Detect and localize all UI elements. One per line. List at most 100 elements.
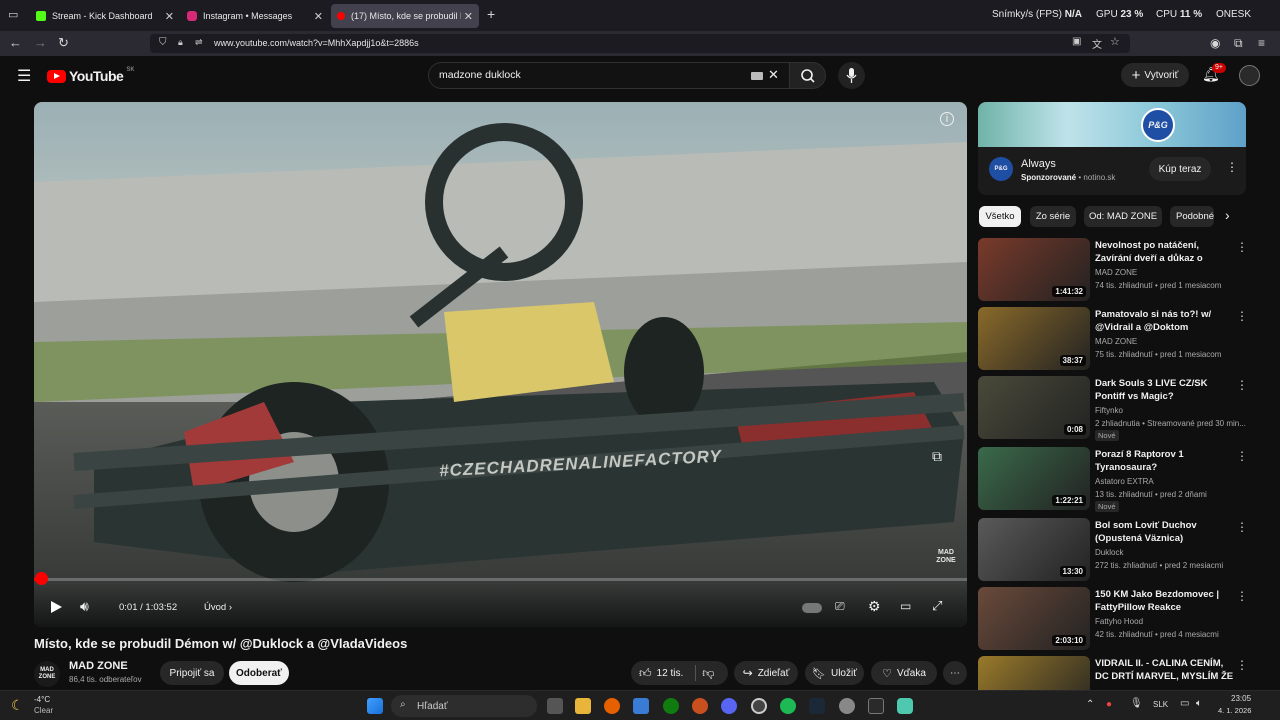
tab-kick[interactable]: Stream - Kick Dashboard ✕ — [30, 4, 180, 28]
keyboard-icon[interactable] — [751, 72, 763, 80]
permissions-icon[interactable]: ⇌ — [195, 37, 203, 48]
save-button[interactable]: 🔖︎ Uložiť — [805, 661, 864, 685]
forward-arrow-icon[interactable]: → — [34, 36, 47, 50]
share-button[interactable]: ↪ Zdieľať — [734, 661, 798, 685]
steam-icon[interactable] — [809, 698, 825, 714]
shield-icon[interactable]: ⛉ — [159, 37, 167, 48]
more-vertical-icon[interactable]: ⋮ — [1236, 378, 1248, 392]
url-text[interactable]: www.youtube.com/watch?v=MhhXapdjj1o&t=28… — [214, 38, 419, 48]
video-player[interactable]: #CZECHADRENALINEFACTORY MAD ZONE i ⧉ 🔊︎ … — [34, 102, 967, 627]
thanks-button[interactable]: ♡ Vďaka — [871, 661, 937, 685]
reload-icon[interactable]: ↻ — [58, 36, 69, 50]
recommendation-item[interactable]: 38:37 Pamatovalo si nás to?! w/ @Vidrail … — [978, 307, 1248, 371]
xbox-icon[interactable] — [663, 698, 679, 714]
chevron-up-icon[interactable]: ⌃ — [1086, 699, 1094, 710]
play-button[interactable] — [49, 600, 63, 619]
url-bar[interactable]: ⛉ 🔒︎ ⇌ www.youtube.com/watch?v=MhhXapdjj… — [150, 34, 1130, 53]
tab-close-icon[interactable]: ✕ — [165, 10, 174, 23]
spotify-icon[interactable] — [780, 698, 796, 714]
network-icon[interactable]: ▭ — [1180, 698, 1189, 709]
create-button[interactable]: + Vytvoriť — [1121, 63, 1189, 87]
chip-all[interactable]: Všetko — [979, 206, 1021, 227]
sponsored-ad-card[interactable]: P&G P&G Always Sponzorované • notino.sk … — [978, 102, 1246, 195]
firefox-icon[interactable] — [604, 698, 620, 714]
new-tab-button[interactable]: + — [487, 7, 495, 21]
volume-icon[interactable]: 🔊︎ — [80, 598, 89, 615]
search-button[interactable] — [789, 62, 826, 89]
recommendation-title[interactable]: 150 KM Jako Bezdomovec | FattyPillow Rea… — [1095, 588, 1237, 614]
autoplay-toggle[interactable] — [802, 603, 822, 613]
like-button[interactable]: 👍︎ 12 tis. — [639, 666, 683, 681]
app-icon[interactable] — [897, 698, 913, 714]
recommendation-item[interactable]: 1:41:32 Nevolnost po natáčení, Zavírání d… — [978, 238, 1248, 302]
recommendation-title[interactable]: VIDRAIL II. - CALINA CENÍM, DC DRTÍ MARV… — [1095, 657, 1237, 684]
recommendation-channel[interactable]: Duklock — [1095, 548, 1123, 557]
tab-instagram[interactable]: Instagram • Messages ✕ — [181, 4, 329, 28]
recommendation-channel[interactable]: MAD ZONE — [1095, 337, 1137, 346]
fullscreen-icon[interactable]: ⤢ — [932, 598, 942, 614]
discord-icon[interactable] — [721, 698, 737, 714]
chip-series[interactable]: Zo série — [1030, 206, 1076, 227]
lock-icon[interactable]: 🔒︎ — [178, 37, 183, 48]
tab-overview-icon[interactable]: ▭ — [8, 8, 18, 22]
extensions-icon[interactable]: ⧉ — [1234, 36, 1243, 50]
recommendation-channel[interactable]: Fiftynko — [1095, 406, 1123, 415]
recommendation-thumbnail[interactable]: 0:08 — [978, 376, 1090, 439]
origin-icon[interactable] — [692, 698, 708, 714]
settings-gear-icon[interactable]: ⚙ — [868, 598, 881, 615]
hamburger-menu-icon[interactable]: ☰ — [17, 66, 31, 86]
recommendation-title[interactable]: Nevolnost po natáčení, Zavírání dveří a … — [1095, 239, 1237, 266]
recommendation-title[interactable]: Bol som Loviť Duchov (Opustená Väznica) — [1095, 519, 1237, 545]
tab-youtube[interactable]: (17) Místo, kde se probudil Dém ✕ — [331, 4, 479, 28]
recommendation-title[interactable]: Pamatovalo si nás to?! w/ @Vidrail a @Do… — [1095, 308, 1237, 334]
channel-name[interactable]: MAD ZONE — [69, 660, 128, 672]
progress-bar[interactable] — [34, 578, 967, 581]
app-menu-icon[interactable]: ≡ — [1258, 36, 1265, 50]
bookmark-star-icon[interactable]: ☆ — [1110, 35, 1120, 48]
taskbar-search-input[interactable]: ⌕ Hľadať — [391, 695, 537, 717]
ad-brand[interactable]: Always — [1021, 158, 1056, 170]
notifications-button[interactable]: 🔔︎ 9+ — [1202, 63, 1226, 84]
theater-mode-icon[interactable]: ▭ — [900, 599, 911, 613]
speaker-icon[interactable]: 🔈︎ — [1196, 698, 1202, 709]
windows-start-icon[interactable] — [367, 698, 383, 714]
voice-search-button[interactable] — [838, 62, 865, 89]
tab-close-icon[interactable]: ✕ — [464, 10, 473, 23]
more-vertical-icon[interactable]: ⋮ — [1236, 240, 1248, 254]
chapter-button[interactable]: Úvod › — [204, 602, 232, 613]
miniplayer-icon[interactable]: ⧉ — [932, 448, 942, 465]
subtitles-icon[interactable]: ⎚ — [835, 599, 845, 614]
more-vertical-icon[interactable]: ⋮ — [1236, 520, 1248, 534]
channel-avatar[interactable]: MAD ZONE — [34, 661, 60, 687]
obs-icon[interactable] — [751, 698, 767, 714]
recommendation-item[interactable]: 13:30 Bol som Loviť Duchov (Opustená Väzn… — [978, 518, 1248, 582]
recommendation-thumbnail[interactable]: 2:03:10 — [978, 587, 1090, 650]
microsoft-store-icon[interactable] — [633, 698, 649, 714]
translate-icon[interactable]: 文 — [1092, 36, 1102, 51]
more-vertical-icon[interactable]: ⋮ — [1236, 658, 1248, 672]
search-query[interactable]: madzone duklock — [439, 69, 521, 81]
account-icon[interactable]: ◉ — [1210, 36, 1220, 50]
microphone-tray-icon[interactable]: 🎙︎ — [1130, 698, 1143, 709]
settings-gear-icon[interactable] — [839, 698, 855, 714]
thumbs-down-icon[interactable]: 👎︎ — [702, 666, 714, 681]
youtube-logo[interactable]: YouTube SK — [47, 67, 134, 84]
ad-menu-icon[interactable]: ⋮ — [1226, 160, 1238, 174]
recommendation-thumbnail[interactable]: 1:41:32 — [978, 238, 1090, 301]
more-actions-button[interactable]: ⋯ — [943, 661, 967, 685]
recommendation-title[interactable]: Dark Souls 3 LIVE CZ/SK Pontiff vs Magic… — [1095, 377, 1237, 403]
recommendation-item[interactable]: 1:22:21 Porazí 8 Raptorov 1 Tyranosaura? A… — [978, 447, 1248, 512]
recommendation-thumbnail[interactable]: 1:22:21 — [978, 447, 1090, 510]
chip-similar[interactable]: Podobné — [1170, 206, 1214, 227]
moon-weather-icon[interactable]: ☾ — [11, 697, 24, 714]
recommendation-thumbnail[interactable]: 13:30 — [978, 518, 1090, 581]
recommendation-channel[interactable]: Astatoro EXTRA — [1095, 477, 1154, 486]
chip-from-channel[interactable]: Od: MAD ZONE — [1084, 206, 1162, 227]
clear-search-icon[interactable]: ✕ — [768, 67, 779, 83]
join-button[interactable]: Pripojiť sa — [160, 661, 224, 685]
tab-close-icon[interactable]: ✕ — [314, 10, 323, 23]
clock-date[interactable]: 4. 1. 2026 — [1218, 706, 1251, 715]
recommendation-channel[interactable]: Fattyho Hood — [1095, 617, 1143, 626]
file-explorer-icon[interactable] — [575, 698, 591, 714]
back-arrow-icon[interactable]: ← — [9, 36, 22, 50]
